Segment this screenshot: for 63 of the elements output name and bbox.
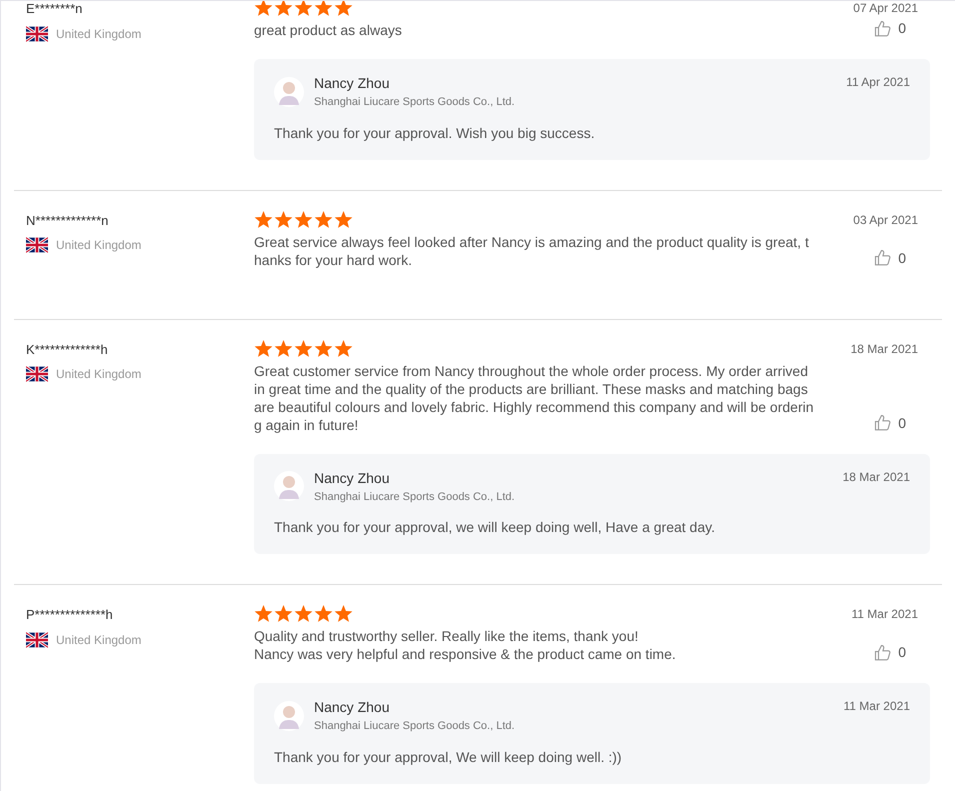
star-icon <box>334 1 353 17</box>
reviewer-name: E********n <box>26 1 84 18</box>
star-icon <box>274 210 293 228</box>
star-icon <box>314 1 333 17</box>
replier-name: Nancy Zhou <box>314 698 390 717</box>
avatar-icon <box>274 471 304 502</box>
review-date: 07 Apr 2021 <box>853 1 919 17</box>
star-icon <box>334 605 353 623</box>
reviewer-name: N*************n <box>26 212 110 230</box>
review-date: 03 Apr 2021 <box>853 212 919 228</box>
country-label: United Kingdom <box>56 366 142 383</box>
review-text: great product as always <box>254 21 403 39</box>
review-date: 11 Mar 2021 <box>852 606 919 623</box>
country-label: United Kingdom <box>56 26 142 42</box>
review-text: Great service always feel looked after Nancy is amazing and the product quality is great, thanks for your hard work. <box>254 232 810 268</box>
star-icon <box>254 210 273 228</box>
reply-text: Thank you for your approval. Wish you big success. <box>274 124 596 143</box>
star-icon <box>334 210 353 228</box>
like-count: 0 <box>898 248 906 268</box>
reply-date: 11 Apr 2021 <box>846 74 910 91</box>
like-count: 0 <box>898 643 906 662</box>
company-name: Shanghai Liucare Sports Goods Co., Ltd. <box>314 719 515 734</box>
country-label: United Kingdom <box>56 632 142 648</box>
star-icon <box>294 210 313 228</box>
review-text: Great customer service from Nancy throughout the whole order process. My order arrived in great time and the quality of the products are brilliant. These masks and matching bags are beautiful colours and lovely fabric. Highly recommend this company and will be ordering again in future! <box>254 362 814 434</box>
star-icon <box>274 605 293 623</box>
thumbs-up-icon[interactable] <box>874 249 892 267</box>
reply-text: Thank you for your approval, We will keep doing well. :)) <box>274 748 623 767</box>
company-name: Shanghai Liucare Sports Goods Co., Ltd. <box>314 95 515 110</box>
star-icon <box>314 340 333 358</box>
avatar-icon <box>274 76 304 107</box>
flag-icon <box>26 237 48 253</box>
star-icon <box>254 340 273 358</box>
star-icon <box>334 340 353 358</box>
replier-name: Nancy Zhou <box>314 74 390 93</box>
thumbs-up-icon[interactable] <box>874 644 892 662</box>
reply-text: Thank you for your approval, we will keep doing well, Have a great day. <box>274 518 716 537</box>
like-count: 0 <box>898 414 906 432</box>
star-icon <box>274 1 293 17</box>
star-icon <box>294 1 313 17</box>
star-icon <box>274 340 293 358</box>
star-icon <box>294 605 313 623</box>
reviewer-name: K*************h <box>26 340 109 358</box>
review-text: Quality and trustworthy seller. Really like the items, thank you! Nancy was very helpful and responsive & the product came on time. <box>254 627 677 663</box>
replier-name: Nancy Zhou <box>314 468 390 488</box>
star-icon <box>254 1 273 17</box>
flag-icon <box>26 632 48 648</box>
avatar-icon <box>274 700 304 731</box>
reviewer-name: P**************h <box>26 606 114 624</box>
flag-icon <box>26 26 48 42</box>
star-icon <box>254 605 273 623</box>
review-date: 18 Mar 2021 <box>850 340 919 358</box>
star-icon <box>314 210 333 228</box>
thumbs-up-icon[interactable] <box>874 20 892 38</box>
reply-date: 11 Mar 2021 <box>844 698 910 715</box>
flag-icon <box>26 366 48 382</box>
like-count: 0 <box>898 19 906 38</box>
star-icon <box>294 340 313 358</box>
thumbs-up-icon[interactable] <box>874 414 892 432</box>
company-name: Shanghai Liucare Sports Goods Co., Ltd. <box>314 490 515 504</box>
country-label: United Kingdom <box>56 237 142 254</box>
star-icon <box>314 605 333 623</box>
reply-date: 18 Mar 2021 <box>842 468 910 486</box>
